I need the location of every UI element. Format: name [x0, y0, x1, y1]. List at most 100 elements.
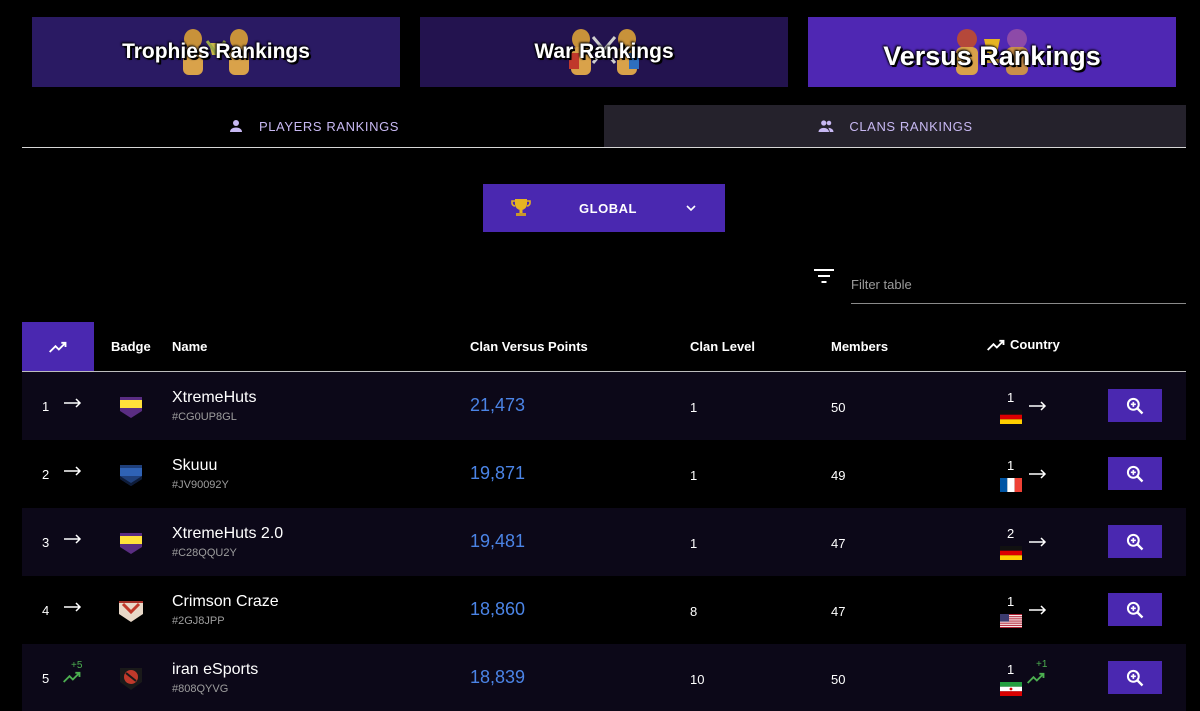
- table-row[interactable]: 5 +5 iran eSports #808QYVG 18,839 10 50 …: [22, 644, 1186, 711]
- table-header: Badge Name Clan Versus Points Clan Level…: [22, 322, 1186, 372]
- filter-field: [851, 270, 1186, 304]
- trending-up-icon: [63, 671, 81, 683]
- table-row[interactable]: 1 XtremeHuts #CG0UP8GL 21,473 1 50 1: [22, 372, 1186, 440]
- rank: 5: [42, 671, 50, 686]
- banner-title: War Rankings: [534, 40, 674, 63]
- clan-level: 1: [690, 536, 698, 551]
- country-rank-change: +1: [1026, 659, 1052, 687]
- column-country-label: Country: [1010, 337, 1060, 352]
- tab-clans-rankings[interactable]: CLANS RANKINGS: [604, 105, 1186, 147]
- tab-players-rankings[interactable]: PLAYERS RANKINGS: [22, 105, 604, 147]
- no-change-arrow-icon: [1029, 605, 1047, 615]
- united-states-flag-icon: [1000, 614, 1022, 628]
- country-rank: 1: [1007, 390, 1015, 405]
- no-change-arrow-icon: [64, 602, 82, 612]
- trending-up-icon: [49, 341, 67, 353]
- sort-trend-button[interactable]: [22, 322, 94, 371]
- country-rank-change-value: +1: [1036, 659, 1048, 670]
- chevron-down-icon: [686, 205, 696, 212]
- clan-badge-icon: [120, 465, 142, 486]
- clan-name: Skuuu: [172, 457, 218, 474]
- clan-name: XtremeHuts: [172, 389, 257, 406]
- clan-tag: #C28QQU2Y: [172, 547, 237, 559]
- clan-members: 47: [831, 536, 846, 551]
- clan-points: 18,860: [470, 599, 526, 619]
- zoom-in-icon: [1126, 397, 1144, 414]
- ranking-type-tabs: PLAYERS RANKINGS CLANS RANKINGS: [22, 105, 1186, 148]
- clan-level: 1: [690, 400, 698, 415]
- clans-rankings-table: Badge Name Clan Versus Points Clan Level…: [22, 322, 1186, 711]
- no-change-arrow-icon: [1029, 469, 1047, 479]
- rank: 1: [42, 399, 50, 414]
- no-change-arrow-icon: [64, 466, 82, 476]
- filter-input[interactable]: [851, 270, 1186, 298]
- rank: 3: [42, 535, 50, 550]
- clan-name: iran eSports: [172, 661, 259, 678]
- clan-tag: #2GJ8JPP: [172, 615, 225, 627]
- table-row[interactable]: 3 XtremeHuts 2.0 #C28QQU2Y 19,481 1 47 2: [22, 508, 1186, 576]
- clan-name: Crimson Craze: [172, 593, 279, 610]
- column-level[interactable]: Clan Level: [690, 339, 755, 354]
- clan-points: 19,481: [470, 531, 526, 551]
- column-badge[interactable]: Badge: [111, 339, 151, 354]
- no-change-arrow-icon: [64, 534, 82, 544]
- country-rank: 1: [1007, 662, 1015, 677]
- zoom-in-icon: [1126, 533, 1144, 550]
- clan-level: 8: [690, 604, 698, 619]
- view-clan-button[interactable]: [1108, 593, 1162, 626]
- clan-badge-icon: [120, 397, 142, 418]
- war-rankings-banner[interactable]: War Rankings: [420, 17, 788, 87]
- view-clan-button[interactable]: [1108, 525, 1162, 558]
- zoom-in-icon: [1126, 669, 1144, 686]
- banner-title: Trophies Rankings: [122, 40, 310, 63]
- view-clan-button[interactable]: [1108, 661, 1162, 694]
- clan-badge-icon: [120, 668, 142, 690]
- view-clan-button[interactable]: [1108, 389, 1162, 422]
- trophies-rankings-banner[interactable]: Trophies Rankings: [32, 17, 400, 87]
- rank-change: +5: [62, 660, 86, 686]
- clan-badge-icon: [119, 601, 143, 622]
- clan-members: 50: [831, 672, 846, 687]
- table-row[interactable]: 2 Skuuu #JV90092Y 19,871 1 49 1: [22, 440, 1186, 508]
- view-clan-button[interactable]: [1108, 457, 1162, 490]
- no-change-arrow-icon: [64, 398, 82, 408]
- no-change-arrow-icon: [1029, 401, 1047, 411]
- ranking-category-banners: Trophies Rankings War Rankings Versus Ra…: [0, 0, 1200, 100]
- clan-name: XtremeHuts 2.0: [172, 525, 284, 542]
- clan-points: 18,839: [470, 667, 526, 687]
- country-rank: 2: [1007, 526, 1015, 541]
- clan-points: 21,473: [470, 395, 526, 415]
- rank: 2: [42, 467, 50, 482]
- column-members[interactable]: Members: [831, 339, 888, 354]
- tab-label: CLANS RANKINGS: [849, 118, 973, 134]
- filter-icon[interactable]: [813, 267, 835, 285]
- person-icon: [229, 120, 242, 132]
- france-flag-icon: [1000, 478, 1022, 492]
- clan-tag: #CG0UP8GL: [172, 411, 237, 423]
- trending-up-icon: [1027, 672, 1045, 684]
- clan-badge-icon: [120, 533, 142, 554]
- clan-members: 47: [831, 604, 846, 619]
- clan-members: 49: [831, 468, 846, 483]
- table-row[interactable]: 4 Crimson Craze #2GJ8JPP 18,860 8 47 1: [22, 576, 1186, 644]
- no-change-arrow-icon: [1029, 537, 1047, 547]
- zoom-in-icon: [1126, 601, 1144, 618]
- clan-tag: #808QYVG: [172, 683, 229, 695]
- clan-points: 19,871: [470, 463, 526, 483]
- column-country[interactable]: Country: [986, 337, 1060, 352]
- clan-level: 10: [690, 672, 705, 687]
- clan-members: 50: [831, 400, 846, 415]
- germany-flag-icon: [1000, 410, 1022, 424]
- clan-tag: #JV90092Y: [172, 479, 229, 491]
- clan-level: 1: [690, 468, 698, 483]
- column-name[interactable]: Name: [172, 339, 207, 354]
- column-points[interactable]: Clan Versus Points: [470, 339, 588, 354]
- trophy-icon: [511, 199, 531, 216]
- versus-rankings-banner[interactable]: Versus Rankings: [808, 17, 1176, 87]
- location-dropdown[interactable]: GLOBAL: [483, 184, 725, 232]
- trending-up-icon: [987, 339, 1005, 351]
- iran-flag-icon: [1000, 682, 1022, 696]
- tab-label: PLAYERS RANKINGS: [258, 118, 400, 134]
- location-label: GLOBAL: [579, 200, 637, 216]
- germany-flag-icon: [1000, 546, 1022, 560]
